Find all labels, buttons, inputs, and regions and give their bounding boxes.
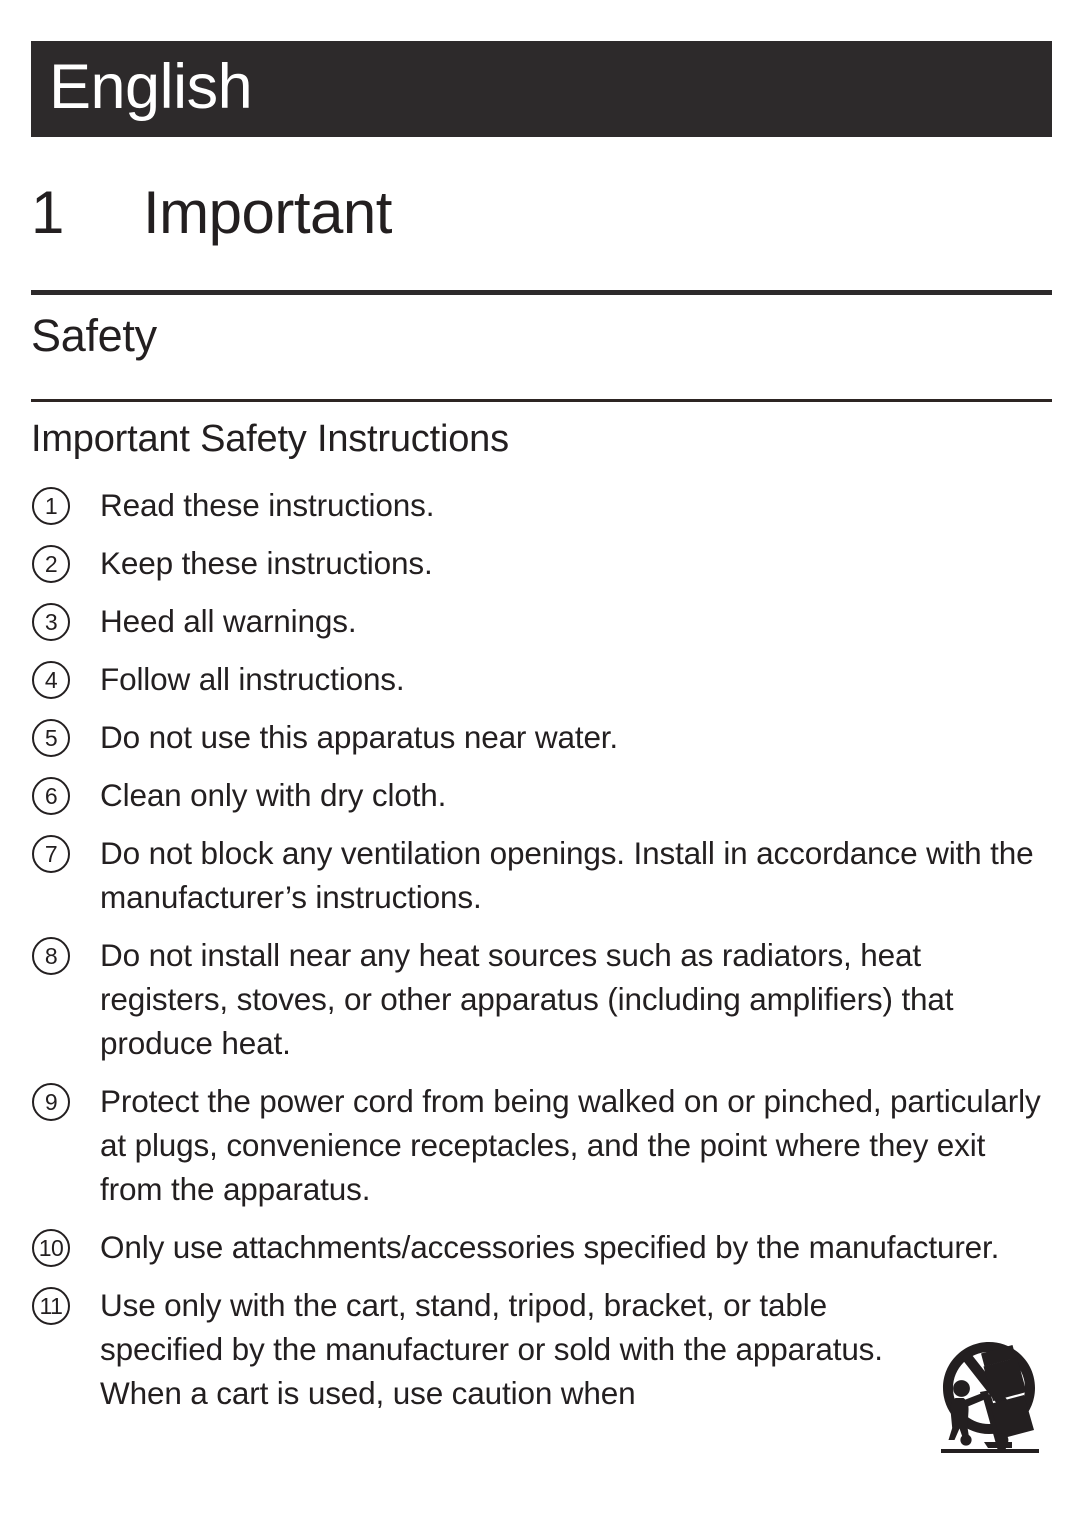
instruction-item: 3 Heed all warnings. [31, 599, 1056, 643]
instruction-number-circle: 4 [31, 657, 100, 701]
instruction-number-circle: 7 [31, 831, 100, 875]
instruction-number-circle: 9 [31, 1079, 100, 1123]
instruction-item: 5 Do not use this apparatus near water. [31, 715, 1056, 759]
instruction-text: Only use attachments/accessories specifi… [100, 1229, 1000, 1265]
language-banner-label: English [49, 52, 253, 123]
instruction-number-circle: 3 [31, 599, 100, 643]
instruction-number: 10 [32, 1229, 70, 1267]
instruction-item: 1 Read these instructions. [31, 483, 1056, 527]
instruction-number: 11 [32, 1287, 70, 1325]
instruction-text: Do not use this apparatus near water. [100, 719, 619, 755]
instruction-number: 3 [32, 603, 70, 641]
instruction-number: 6 [32, 777, 70, 815]
instruction-number-circle: 11 [31, 1283, 100, 1327]
instruction-item: 8 Do not install near any heat sources su… [31, 933, 1056, 1065]
instruction-number: 9 [32, 1083, 70, 1121]
chapter-title: Important [143, 179, 392, 246]
instruction-item: 4 Follow all instructions. [31, 657, 1056, 701]
language-banner: English [31, 41, 1052, 137]
chapter-divider [31, 290, 1052, 295]
instruction-number-circle: 1 [31, 483, 100, 527]
instruction-number: 7 [32, 835, 70, 873]
instruction-number-circle: 8 [31, 933, 100, 977]
instruction-text: Keep these instructions. [100, 545, 433, 581]
chapter-number: 1 [31, 179, 65, 246]
instruction-text: Follow all instructions. [100, 661, 405, 697]
instruction-text: Do not block any ventilation openings. I… [100, 835, 1034, 915]
subsection-heading: Important Safety Instructions [31, 418, 509, 460]
instruction-item: 2 Keep these instructions. [31, 541, 1056, 585]
manual-page: English 1 Important Safety Important Saf… [0, 0, 1080, 1532]
instruction-text: Protect the power cord from being walked… [100, 1083, 1041, 1207]
instruction-item: 6 Clean only with dry cloth. [31, 773, 1056, 817]
instruction-number: 5 [32, 719, 70, 757]
instruction-number: 8 [32, 937, 70, 975]
instruction-number: 1 [32, 487, 70, 525]
chapter-heading: 1 Important [31, 183, 1052, 243]
section-heading: Safety [31, 310, 157, 361]
instruction-item: 7 Do not block any ventilation openings. … [31, 831, 1056, 919]
safety-instructions-list: 1 Read these instructions. 2 Keep these ins… [31, 483, 1056, 1429]
instruction-number: 2 [32, 545, 70, 583]
instruction-text: Do not install near any heat sources suc… [100, 937, 954, 1061]
instruction-text: Heed all warnings. [100, 603, 357, 639]
section-divider [31, 399, 1052, 402]
instruction-text: Read these instructions. [100, 487, 435, 523]
instruction-item: 11 Use only with the cart, stand, tripod,… [31, 1283, 1056, 1415]
instruction-number-circle: 6 [31, 773, 100, 817]
instruction-number: 4 [32, 661, 70, 699]
instruction-item: 10 Only use attachments/accessories speci… [31, 1225, 1056, 1269]
instruction-number-circle: 10 [31, 1225, 100, 1269]
instruction-item: 9 Protect the power cord from being walke… [31, 1079, 1056, 1211]
instruction-number-circle: 5 [31, 715, 100, 759]
no-cart-tipping-warning-icon [938, 1336, 1042, 1460]
instruction-text: Clean only with dry cloth. [100, 777, 447, 813]
instruction-number-circle: 2 [31, 541, 100, 585]
instruction-text: Use only with the cart, stand, tripod, b… [100, 1287, 883, 1411]
